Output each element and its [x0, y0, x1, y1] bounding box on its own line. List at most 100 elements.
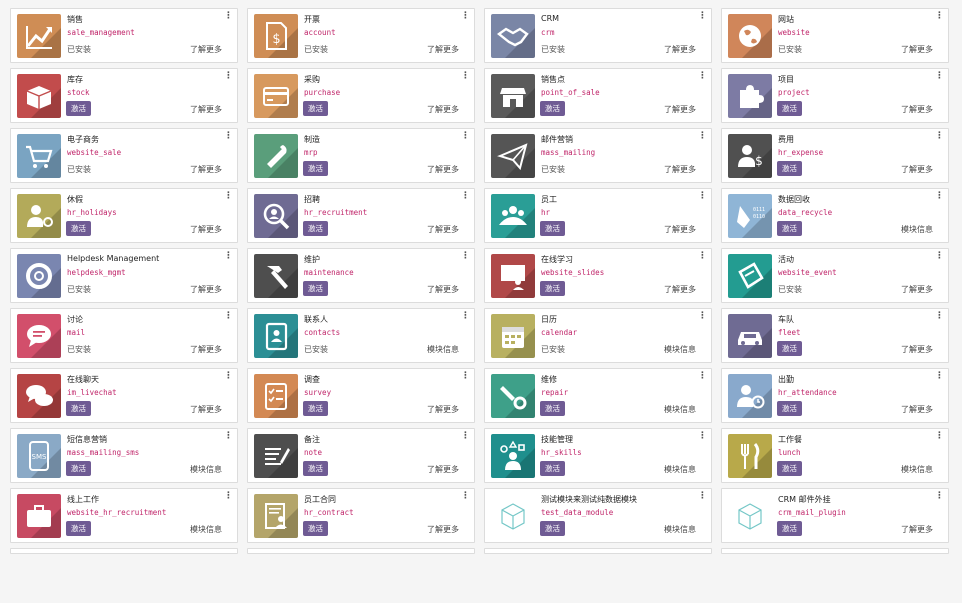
app-card-account[interactable]: $ ⋮ 开票 account 已安装 了解更多 — [247, 8, 475, 63]
kebab-menu-icon[interactable]: ⋮ — [698, 192, 707, 201]
kebab-menu-icon[interactable]: ⋮ — [224, 12, 233, 21]
kebab-menu-icon[interactable]: ⋮ — [935, 432, 944, 441]
app-card-mass_mailing[interactable]: ⋮ 邮件营销 mass_mailing 已安装 了解更多 — [484, 128, 712, 183]
app-card-website_event[interactable]: ⋮ 活动 website_event 已安装 了解更多 — [721, 248, 949, 303]
kebab-menu-icon[interactable]: ⋮ — [698, 72, 707, 81]
learn-more-link[interactable]: 了解更多 — [190, 404, 222, 415]
kebab-menu-icon[interactable]: ⋮ — [698, 432, 707, 441]
app-card-calendar[interactable]: ⋮ 日历 calendar 已安装 模块信息 — [484, 308, 712, 363]
learn-more-link[interactable]: 了解更多 — [664, 284, 696, 295]
module-info-link[interactable]: 模块信息 — [901, 464, 933, 475]
activate-button[interactable]: 激活 — [777, 341, 802, 356]
learn-more-link[interactable]: 了解更多 — [190, 44, 222, 55]
app-card-website_slides[interactable]: ⋮ 在线学习 website_slides 激活 了解更多 — [484, 248, 712, 303]
module-info-link[interactable]: 模块信息 — [664, 344, 696, 355]
app-card-mail[interactable]: ⋮ 讨论 mail 已安装 了解更多 — [10, 308, 238, 363]
activate-button[interactable]: 激活 — [66, 521, 91, 536]
learn-more-link[interactable]: 了解更多 — [664, 224, 696, 235]
module-info-link[interactable]: 模块信息 — [901, 224, 933, 235]
kebab-menu-icon[interactable]: ⋮ — [224, 132, 233, 141]
app-card-hr_recruitment[interactable]: ⋮ 招聘 hr_recruitment 激活 了解更多 — [247, 188, 475, 243]
activate-button[interactable]: 激活 — [777, 521, 802, 536]
kebab-menu-icon[interactable]: ⋮ — [461, 492, 470, 501]
activate-button[interactable]: 激活 — [540, 281, 565, 296]
kebab-menu-icon[interactable]: ⋮ — [224, 72, 233, 81]
learn-more-link[interactable]: 了解更多 — [664, 164, 696, 175]
app-card-hr_contract[interactable]: ⋮ 员工合同 hr_contract 激活 了解更多 — [247, 488, 475, 543]
kebab-menu-icon[interactable]: ⋮ — [935, 192, 944, 201]
app-card-hr_attendance[interactable]: ⋮ 出勤 hr_attendance 激活 了解更多 — [721, 368, 949, 423]
activate-button[interactable]: 激活 — [540, 521, 565, 536]
learn-more-link[interactable]: 了解更多 — [427, 464, 459, 475]
kebab-menu-icon[interactable]: ⋮ — [698, 252, 707, 261]
app-card-helpdesk_mgmt[interactable]: ⋮ Helpdesk Management helpdesk_mgmt 已安装 了解更多 — [10, 248, 238, 303]
learn-more-link[interactable]: 了解更多 — [664, 44, 696, 55]
kebab-menu-icon[interactable]: ⋮ — [461, 432, 470, 441]
app-card-project[interactable]: ⋮ 项目 project 激活 了解更多 — [721, 68, 949, 123]
activate-button[interactable]: 激活 — [540, 221, 565, 236]
learn-more-link[interactable]: 了解更多 — [901, 164, 933, 175]
app-card-mrp[interactable]: ⋮ 制造 mrp 激活 了解更多 — [247, 128, 475, 183]
kebab-menu-icon[interactable]: ⋮ — [224, 492, 233, 501]
learn-more-link[interactable]: 了解更多 — [427, 164, 459, 175]
kebab-menu-icon[interactable]: ⋮ — [698, 372, 707, 381]
learn-more-link[interactable]: 了解更多 — [901, 104, 933, 115]
learn-more-link[interactable]: 了解更多 — [901, 524, 933, 535]
app-card-fleet[interactable]: ⋮ 车队 fleet 激活 了解更多 — [721, 308, 949, 363]
learn-more-link[interactable]: 了解更多 — [901, 404, 933, 415]
learn-more-link[interactable]: 了解更多 — [190, 284, 222, 295]
learn-more-link[interactable]: 了解更多 — [901, 284, 933, 295]
kebab-menu-icon[interactable]: ⋮ — [935, 12, 944, 21]
activate-button[interactable]: 激活 — [303, 161, 328, 176]
app-card-crm[interactable]: ⋮ CRM crm 已安装 了解更多 — [484, 8, 712, 63]
activate-button[interactable]: 激活 — [777, 401, 802, 416]
learn-more-link[interactable]: 了解更多 — [664, 104, 696, 115]
kebab-menu-icon[interactable]: ⋮ — [224, 252, 233, 261]
learn-more-link[interactable]: 了解更多 — [190, 344, 222, 355]
kebab-menu-icon[interactable]: ⋮ — [935, 372, 944, 381]
app-card-repair[interactable]: ⋮ 维修 repair 激活 模块信息 — [484, 368, 712, 423]
module-info-link[interactable]: 模块信息 — [190, 524, 222, 535]
activate-button[interactable]: 激活 — [777, 221, 802, 236]
app-card-crm_mail_plugin[interactable]: ⋮ CRM 邮件外挂 crm_mail_plugin 激活 了解更多 — [721, 488, 949, 543]
activate-button[interactable]: 激活 — [540, 401, 565, 416]
app-card-sale_management[interactable]: ⋮ 销售 sale_management 已安装 了解更多 — [10, 8, 238, 63]
learn-more-link[interactable]: 了解更多 — [190, 224, 222, 235]
learn-more-link[interactable]: 了解更多 — [427, 524, 459, 535]
module-info-link[interactable]: 模块信息 — [664, 464, 696, 475]
app-card-maintenance[interactable]: ⋮ 维护 maintenance 激活 了解更多 — [247, 248, 475, 303]
app-card-data_recycle[interactable]: 0111 0110 ⋮ 数据回收 data_recycle 激活 模块信息 — [721, 188, 949, 243]
kebab-menu-icon[interactable]: ⋮ — [935, 252, 944, 261]
learn-more-link[interactable]: 了解更多 — [901, 344, 933, 355]
app-card-contacts[interactable]: ⋮ 联系人 contacts 已安装 模块信息 — [247, 308, 475, 363]
kebab-menu-icon[interactable]: ⋮ — [224, 192, 233, 201]
module-info-link[interactable]: 模块信息 — [190, 464, 222, 475]
learn-more-link[interactable]: 了解更多 — [190, 164, 222, 175]
app-card-survey[interactable]: ⋮ 调查 survey 激活 了解更多 — [247, 368, 475, 423]
learn-more-link[interactable]: 了解更多 — [427, 224, 459, 235]
module-info-link[interactable]: 模块信息 — [427, 344, 459, 355]
kebab-menu-icon[interactable]: ⋮ — [224, 432, 233, 441]
app-card-stock[interactable]: ⋮ 库存 stock 激活 了解更多 — [10, 68, 238, 123]
app-card-note[interactable]: ⋮ 备注 note 激活 了解更多 — [247, 428, 475, 483]
learn-more-link[interactable]: 了解更多 — [427, 404, 459, 415]
kebab-menu-icon[interactable]: ⋮ — [698, 312, 707, 321]
kebab-menu-icon[interactable]: ⋮ — [935, 72, 944, 81]
kebab-menu-icon[interactable]: ⋮ — [698, 12, 707, 21]
kebab-menu-icon[interactable]: ⋮ — [935, 492, 944, 501]
kebab-menu-icon[interactable]: ⋮ — [461, 12, 470, 21]
module-info-link[interactable]: 模块信息 — [664, 524, 696, 535]
app-card-test_data_module[interactable]: ⋮ 测试模块来测试纯数据模块 test_data_module 激活 模块信息 — [484, 488, 712, 543]
activate-button[interactable]: 激活 — [777, 161, 802, 176]
kebab-menu-icon[interactable]: ⋮ — [461, 312, 470, 321]
kebab-menu-icon[interactable]: ⋮ — [224, 312, 233, 321]
kebab-menu-icon[interactable]: ⋮ — [461, 372, 470, 381]
learn-more-link[interactable]: 了解更多 — [190, 104, 222, 115]
activate-button[interactable]: 激活 — [303, 461, 328, 476]
app-card-point_of_sale[interactable]: ⋮ 销售点 point_of_sale 激活 了解更多 — [484, 68, 712, 123]
app-card-website_hr_recruitment[interactable]: ⋮ 线上工作 website_hr_recruitment 激活 模块信息 — [10, 488, 238, 543]
app-card-website_sale[interactable]: ⋮ 电子商务 website_sale 已安装 了解更多 — [10, 128, 238, 183]
app-card-lunch[interactable]: ⋮ 工作餐 lunch 激活 模块信息 — [721, 428, 949, 483]
activate-button[interactable]: 激活 — [777, 461, 802, 476]
activate-button[interactable]: 激活 — [66, 461, 91, 476]
